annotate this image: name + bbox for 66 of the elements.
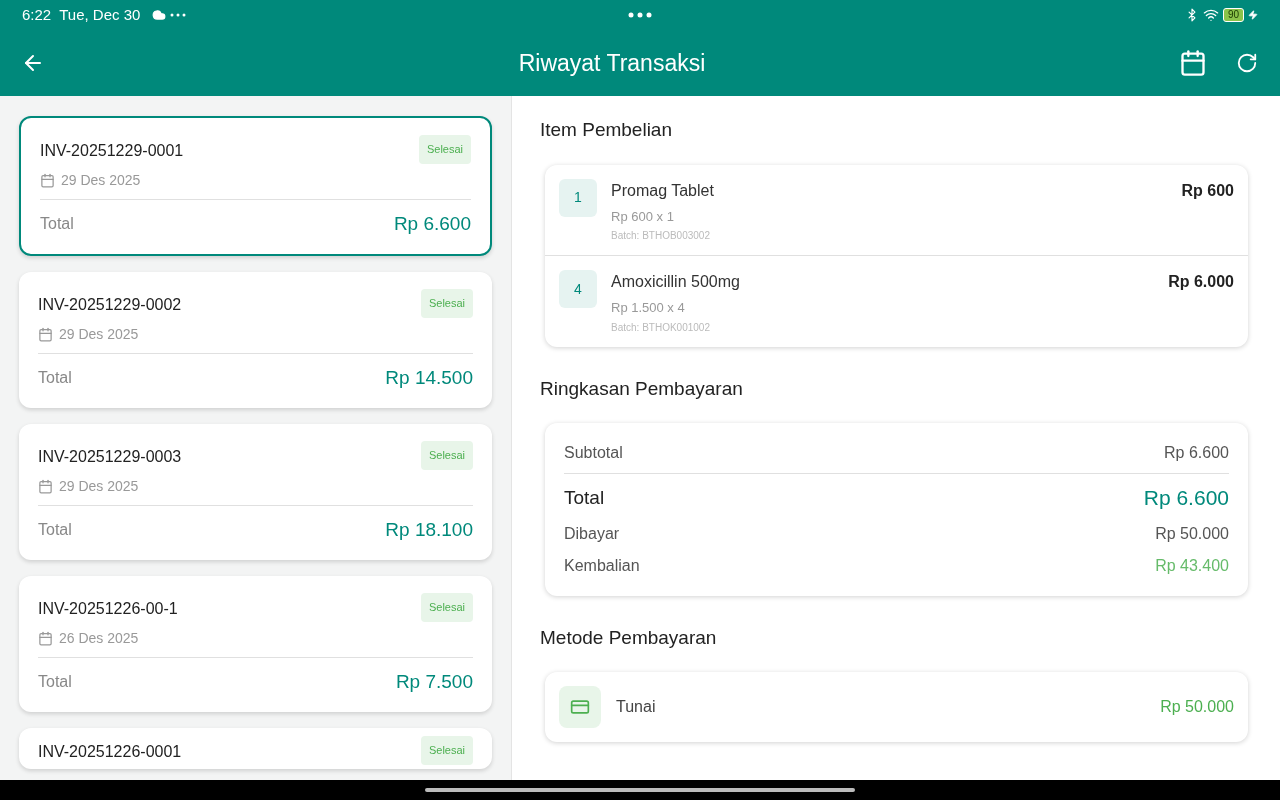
- transaction-date: 29 Des 2025: [59, 324, 139, 344]
- summary-value: Rp 43.400: [1155, 555, 1229, 576]
- total-amount: Rp 7.500: [395, 669, 473, 694]
- invoice-number: INV-20251229-0002: [38, 295, 182, 315]
- payment-amount: Rp 50.000: [1160, 697, 1234, 717]
- calendar-icon: [40, 172, 55, 188]
- invoice-number: INV-20251226-0001: [38, 742, 182, 762]
- charging-icon: [1248, 10, 1258, 20]
- status-badge: Selesai: [420, 736, 473, 765]
- status-badge: Selesai: [420, 593, 473, 622]
- quantity-badge: 4: [559, 270, 597, 308]
- item-name: Amoxicillin 500mg: [611, 272, 740, 292]
- transaction-card[interactable]: INV-20251229-0003 Selesai 29 Des 2025 Total Rp 18.100: [19, 424, 492, 560]
- page-title: Riwayat Transaksi: [518, 48, 706, 78]
- quantity-badge: 1: [559, 178, 597, 217]
- item-batch: Batch: BTHOK001002: [611, 320, 711, 335]
- calendar-button[interactable]: [1178, 48, 1208, 78]
- item-amount: Rp 6.000: [1168, 272, 1234, 292]
- status-badge: Selesai: [420, 441, 473, 470]
- summary-label: Total: [564, 485, 605, 510]
- home-handle[interactable]: [425, 788, 855, 792]
- item-price: Rp 1.500 x 4: [611, 299, 686, 317]
- payment-method-name: Tunai: [616, 697, 656, 717]
- item-price: Rp 600 x 1: [611, 207, 675, 226]
- summary-value: Rp 6.600: [1143, 485, 1229, 511]
- total-amount: Rp 14.500: [385, 365, 473, 390]
- calendar-icon: [38, 478, 53, 494]
- wifi-icon: [1202, 7, 1219, 23]
- summary-value: Rp 6.600: [1164, 443, 1229, 463]
- section-title: Item Pembelian: [540, 118, 673, 142]
- status-badge: Selesai: [420, 289, 473, 318]
- total-label: Total: [40, 213, 74, 234]
- item-amount: Rp 600: [1181, 180, 1234, 201]
- invoice-number: INV-20251226-00-1: [38, 599, 178, 619]
- total-label: Total: [38, 519, 72, 540]
- transaction-card[interactable]: INV-20251226-00-1 Selesai 26 Des 2025 Total Rp 7.500: [19, 576, 492, 712]
- more-icon: [628, 12, 652, 18]
- summary-label: Subtotal: [564, 443, 623, 463]
- section-title: Ringkasan Pembayaran: [540, 376, 744, 401]
- calendar-icon: [38, 326, 53, 342]
- status-badge: Selesai: [418, 135, 471, 164]
- item-batch: Batch: BTHOB003002: [611, 229, 711, 243]
- summary-value: Rp 50.000: [1155, 523, 1229, 544]
- transaction-card[interactable]: INV-20251229-0001 Selesai 29 Des 2025 Total Rp 6.600: [19, 116, 492, 256]
- section-title: Metode Pembayaran: [540, 625, 718, 650]
- transaction-card[interactable]: INV-20251226-0001 Selesai: [19, 728, 492, 769]
- transaction-card[interactable]: INV-20251229-0002 Selesai 29 Des 2025 Total Rp 14.500: [19, 272, 492, 408]
- transaction-date: 29 Des 2025: [61, 170, 141, 190]
- status-time: 6:22: [22, 4, 52, 25]
- status-date: Tue, Dec 30: [59, 4, 141, 25]
- more-icon: [170, 13, 187, 17]
- transaction-date: 29 Des 2025: [59, 476, 139, 496]
- item-name: Promag Tablet: [611, 180, 714, 201]
- card-icon: [559, 686, 601, 728]
- transaction-date: 26 Des 2025: [59, 628, 139, 648]
- battery-indicator: 90: [1222, 8, 1244, 22]
- invoice-number: INV-20251229-0003: [38, 447, 182, 467]
- summary-label: Kembalian: [564, 555, 640, 576]
- total-label: Total: [38, 367, 72, 388]
- cloud-icon: [152, 8, 167, 22]
- total-label: Total: [38, 671, 72, 692]
- total-amount: Rp 6.600: [393, 211, 471, 236]
- summary-label: Dibayar: [564, 523, 620, 544]
- invoice-number: INV-20251229-0001: [40, 141, 184, 161]
- calendar-icon: [38, 630, 53, 646]
- total-amount: Rp 18.100: [385, 517, 473, 542]
